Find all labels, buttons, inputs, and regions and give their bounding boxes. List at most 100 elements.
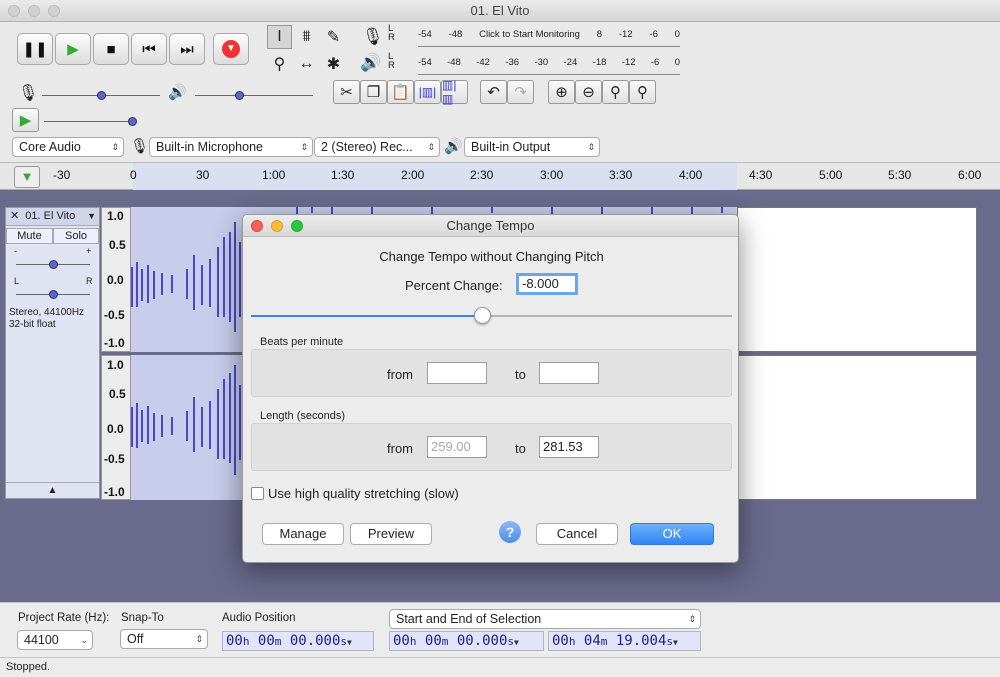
audio-host-select[interactable]: Core Audio ⇕ [12,137,124,157]
close-track-icon[interactable]: ✕ [10,210,19,222]
pan-knob[interactable] [49,290,58,299]
play-meter-speaker-icon[interactable]: 🔊 [360,53,381,73]
stop-button[interactable]: ■ [93,33,129,65]
input-volume-knob[interactable] [97,91,106,100]
output-device-speaker-icon: 🔊 [444,138,463,155]
length-from-input[interactable]: 259.00 [427,436,487,458]
pencil-icon: ✎ [326,29,341,46]
record-button[interactable]: ▼ [213,33,249,65]
paste-button[interactable]: 📋 [387,80,414,104]
close-window-button[interactable] [8,5,20,17]
bpm-from-input[interactable] [427,362,487,384]
selection-mode-select[interactable]: Start and End of Selection ⇕ [389,609,701,629]
envelope-tool[interactable]: ⩩ [294,25,319,49]
timeline-selection-band [133,163,737,191]
skip-start-button[interactable]: ⏮ [131,33,167,65]
selection-tool[interactable]: I [267,25,292,49]
pause-button[interactable]: ❚❚ [17,33,53,65]
timeline-ruler[interactable]: ▼ -30 0 30 1:00 1:30 2:00 2:30 3:00 3:30… [0,162,1000,191]
timeshift-tool[interactable]: ↔ [294,52,319,76]
fit-selection-button[interactable]: ⚲ [602,80,629,104]
updown-arrow-icon: ⇕ [195,634,203,644]
timeline-tick: 3:00 [540,168,564,182]
track-title-bar[interactable]: ✕ 01. El Vito ▼ [6,208,99,226]
timeline-tick: 1:30 [331,168,355,182]
play-at-speed-button[interactable]: ▶ [12,108,39,132]
window-titlebar: 01. El Vito [0,0,1000,22]
output-volume-icon: 🔊 [168,84,187,101]
time-format-menu-icon[interactable]: ▼ [514,638,519,647]
dialog-close-button[interactable] [251,220,263,232]
selection-end-time[interactable]: 00h 04m 19.004s▼ [548,631,701,651]
play-button[interactable]: ▶ [55,33,91,65]
skip-start-icon: ⏮ [142,40,156,58]
dialog-minimize-button[interactable] [271,220,283,232]
audio-position-time[interactable]: 00h 00m 00.000s▼ [222,631,374,651]
stop-icon: ■ [106,40,116,58]
selection-start-time[interactable]: 00h 00m 00.000s▼ [389,631,544,651]
snap-to-select[interactable]: Off ⇕ [120,629,208,649]
trim-button[interactable]: |▥| [414,80,441,104]
preview-button[interactable]: Preview [350,523,432,545]
zoom-in-button[interactable]: ⊕ [548,80,575,104]
zoom-window-button[interactable] [48,5,60,17]
ok-button[interactable]: OK [630,523,714,545]
copy-button[interactable]: ❐ [360,80,387,104]
mute-button[interactable]: Mute [6,228,53,244]
time-format-menu-icon[interactable]: ▼ [347,638,352,647]
play-speed-slider[interactable] [44,121,134,122]
waveform-empty-right[interactable] [737,355,977,500]
percent-slider-thumb[interactable] [473,307,491,324]
gain-knob[interactable] [49,260,58,269]
silence-button[interactable]: ▥|▥ [441,78,468,106]
draw-tool[interactable]: ✎ [321,25,346,49]
pan-left-label: L [14,276,20,286]
cancel-button[interactable]: Cancel [536,523,618,545]
project-rate-select[interactable]: 44100 ⌄ [17,630,93,650]
play-speed-knob[interactable] [128,117,137,126]
redo-button[interactable]: ↷ [507,80,534,104]
record-meter-mic-icon[interactable]: 🎙 [362,27,384,47]
updown-arrow-icon: ⇕ [427,142,435,152]
output-volume-knob[interactable] [235,91,244,100]
input-channels-select[interactable]: 2 (Stereo) Rec... ⇕ [314,137,440,157]
output-volume-slider[interactable] [195,95,313,96]
help-button[interactable]: ? [499,521,521,543]
cut-button[interactable]: ✂ [333,80,360,104]
collapse-track-button[interactable]: ▲ [6,482,99,498]
chevron-down-icon: ⌄ [80,635,88,645]
timeline-tick: 0 [130,168,137,182]
manage-button[interactable]: Manage [262,523,344,545]
waveform-empty-left[interactable] [737,207,977,352]
solo-button[interactable]: Solo [53,228,99,244]
bpm-to-input[interactable] [539,362,599,384]
multi-tool[interactable]: ✱ [321,52,346,76]
skip-end-button[interactable]: ⏭ [169,33,205,65]
timeline-tick: 3:30 [609,168,633,182]
input-device-select[interactable]: Built-in Microphone ⇕ [149,137,313,157]
track-name[interactable]: 01. El Vito [25,210,75,222]
high-quality-checkbox[interactable] [251,487,264,500]
percent-change-slider[interactable] [251,315,732,317]
pinned-play-head-button[interactable]: ▼ [14,166,40,188]
change-tempo-dialog[interactable]: Change Tempo Change Tempo without Changi… [242,214,739,563]
length-to-input[interactable]: 281.53 [539,436,599,458]
fit-project-button[interactable]: ⚲ [629,80,656,104]
track-menu-arrow-icon[interactable]: ▼ [87,208,96,225]
zoom-out-button[interactable]: ⊖ [575,80,602,104]
timeline-tick: 4:00 [679,168,703,182]
high-quality-label[interactable]: Use high quality stretching (slow) [268,486,459,501]
status-text: Stopped. [6,661,51,673]
click-to-start-monitoring[interactable]: Click to Start Monitoring [479,29,580,46]
time-format-menu-icon[interactable]: ▼ [673,638,678,647]
percent-slider-fill [251,315,482,317]
zoom-tool[interactable]: ⚲ [267,52,292,76]
minimize-window-button[interactable] [28,5,40,17]
percent-change-input[interactable]: -8.000 [516,273,578,295]
track-control-panel[interactable]: ✕ 01. El Vito ▼ Mute Solo - + L R Stereo… [5,207,100,499]
record-meter[interactable]: -54 -48 Click to Start Monitoring 8 -12 … [418,29,680,47]
playback-meter[interactable]: -54 -48 -42 -36 -30 -24 -18 -12 -6 0 [418,57,680,75]
output-device-select[interactable]: Built-in Output ⇕ [464,137,600,157]
undo-button[interactable]: ↶ [480,80,507,104]
dialog-zoom-button[interactable] [291,220,303,232]
